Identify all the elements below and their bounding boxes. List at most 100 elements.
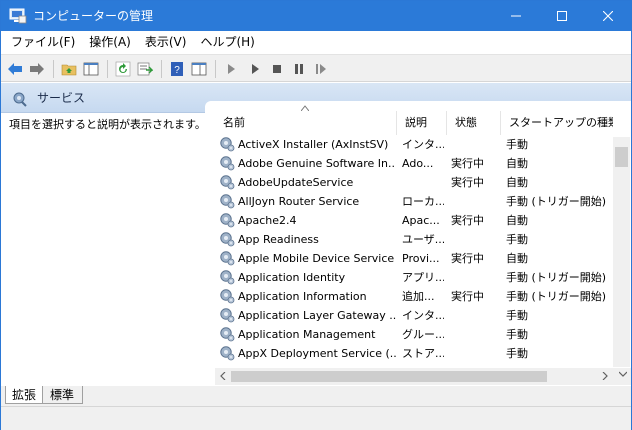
horizontal-scrollbar[interactable] <box>215 368 631 385</box>
back-arrow-icon <box>8 63 22 75</box>
service-row[interactable]: Adobe Genuine Software In... Ado... 実行中 自動 <box>205 154 613 173</box>
service-description: 追加... <box>402 290 435 303</box>
menu-view[interactable]: 表示(V) <box>138 31 194 53</box>
start-service-alt-button[interactable] <box>245 59 265 79</box>
up-folder-button[interactable] <box>59 59 79 79</box>
service-description: ユーザ... <box>402 233 444 246</box>
service-description: ストア... <box>402 347 444 360</box>
status-bar <box>1 406 631 430</box>
menu-help[interactable]: ヘルプ(H) <box>193 31 261 53</box>
minimize-button[interactable] <box>493 1 539 31</box>
service-gear-icon <box>220 137 235 152</box>
horizontal-scroll-thumb[interactable] <box>231 371 547 382</box>
svg-text:?: ? <box>174 65 180 76</box>
pause-icon <box>295 64 303 74</box>
service-startup-type: 手動 <box>506 138 528 151</box>
column-header-startup-type[interactable]: スタートアップの種類 <box>501 111 613 135</box>
service-row[interactable]: Application Layer Gateway ... インタ... 手動 <box>205 306 613 325</box>
service-row[interactable]: Application Identity アプリ... 手動 (トリガー開始) <box>205 268 613 287</box>
service-startup-type: 手動 <box>506 233 528 246</box>
service-startup-type: 自動 <box>506 252 528 265</box>
title-bar[interactable]: コンピューターの管理 <box>1 1 631 31</box>
menu-bar: ファイル(F) 操作(A) 表示(V) ヘルプ(H) <box>1 31 631 53</box>
service-gear-icon <box>220 156 235 171</box>
description-text: 項目を選択すると説明が表示されます。 <box>9 118 206 131</box>
service-description: インタ... <box>402 309 444 322</box>
service-row[interactable]: AllJoyn Router Service ローカ... 手動 (トリガー開始) <box>205 192 613 211</box>
close-icon <box>603 11 613 21</box>
service-startup-type: 自動 <box>506 176 528 189</box>
play-icon <box>252 64 259 74</box>
services-title: サービス <box>37 91 86 105</box>
tab-extended[interactable]: 拡張 <box>5 386 44 404</box>
help-button[interactable]: ? <box>167 59 187 79</box>
service-name: AllJoyn Router Service <box>238 195 360 208</box>
restart-service-button[interactable] <box>311 59 331 79</box>
service-row[interactable]: AppX Deployment Service (... ストア... 手動 <box>205 344 613 363</box>
service-status: 実行中 <box>451 157 484 170</box>
view-tabs: 拡張 標準 <box>1 386 631 406</box>
menu-action[interactable]: 操作(A) <box>82 31 138 53</box>
stop-service-button[interactable] <box>267 59 287 79</box>
service-startup-type: 自動 <box>506 214 528 227</box>
restart-icon <box>316 64 326 74</box>
service-row[interactable]: Apple Mobile Device Service Provi... 実行中 自動 <box>205 249 613 268</box>
service-gear-icon <box>220 213 235 228</box>
service-row[interactable]: ActiveX Installer (AxInstSV) インタ... 手動 <box>205 135 613 154</box>
tab-standard[interactable]: 標準 <box>41 386 84 404</box>
show-hide-tree-button[interactable] <box>81 59 101 79</box>
pause-service-button[interactable] <box>289 59 309 79</box>
service-status: 実行中 <box>451 214 484 227</box>
forward-button[interactable] <box>27 59 47 79</box>
service-row[interactable]: Application Information 追加... 実行中 手動 (トリガー開… <box>205 287 613 306</box>
help-icon: ? <box>171 62 183 76</box>
scroll-down-icon[interactable] <box>619 370 627 378</box>
vertical-scroll-thumb[interactable] <box>615 147 628 167</box>
service-name: Apple Mobile Device Service <box>238 252 395 265</box>
service-status: 実行中 <box>451 176 484 189</box>
service-name: Application Information <box>238 290 367 303</box>
column-header-name[interactable]: 名前 <box>215 111 397 135</box>
service-gear-icon <box>220 194 235 209</box>
service-startup-type: 手動 (トリガー開始) <box>506 271 607 284</box>
service-name: App Readiness <box>238 233 319 246</box>
service-row[interactable]: Apache2.4 Apac... 実行中 自動 <box>205 211 613 230</box>
scroll-left-icon[interactable] <box>219 372 227 380</box>
service-status: 実行中 <box>451 290 484 303</box>
properties-button[interactable] <box>189 59 209 79</box>
refresh-button[interactable] <box>113 59 133 79</box>
service-description: アプリ... <box>402 271 444 284</box>
folder-up-icon <box>61 64 77 76</box>
play-icon <box>228 64 235 74</box>
service-description: Provi... <box>402 252 440 265</box>
close-button[interactable] <box>585 1 631 31</box>
service-startup-type: 手動 <box>506 347 528 360</box>
service-startup-type: 手動 <box>506 328 528 341</box>
toolbar-separator <box>53 60 54 78</box>
toolbar-separator <box>107 60 108 78</box>
column-header-description[interactable]: 説明 <box>397 111 447 135</box>
vertical-scrollbar[interactable] <box>613 137 630 367</box>
export-list-button[interactable] <box>135 59 155 79</box>
service-startup-type: 手動 <box>506 309 528 322</box>
maximize-icon <box>557 11 567 21</box>
scroll-right-icon[interactable] <box>601 372 609 380</box>
service-description: ローカ... <box>402 195 444 208</box>
refresh-icon <box>115 61 131 77</box>
service-row[interactable]: App Readiness ユーザ... 手動 <box>205 230 613 249</box>
service-row[interactable]: AdobeUpdateService 実行中 自動 <box>205 173 613 192</box>
services-gear-icon <box>13 92 27 107</box>
service-row[interactable]: Application Management グルー... 手動 <box>205 325 613 344</box>
menu-file[interactable]: ファイル(F) <box>4 31 82 53</box>
toolbar-separator <box>215 60 216 78</box>
start-service-button[interactable] <box>221 59 241 79</box>
minimize-icon <box>511 15 521 17</box>
maximize-button[interactable] <box>539 1 585 31</box>
service-name: Application Management <box>238 328 376 341</box>
service-gear-icon <box>220 270 235 285</box>
service-description: Ado... <box>402 157 434 170</box>
service-gear-icon <box>220 289 235 304</box>
column-header-status[interactable]: 状態 <box>447 111 501 135</box>
service-name: ActiveX Installer (AxInstSV) <box>238 138 389 151</box>
back-button[interactable] <box>5 59 25 79</box>
